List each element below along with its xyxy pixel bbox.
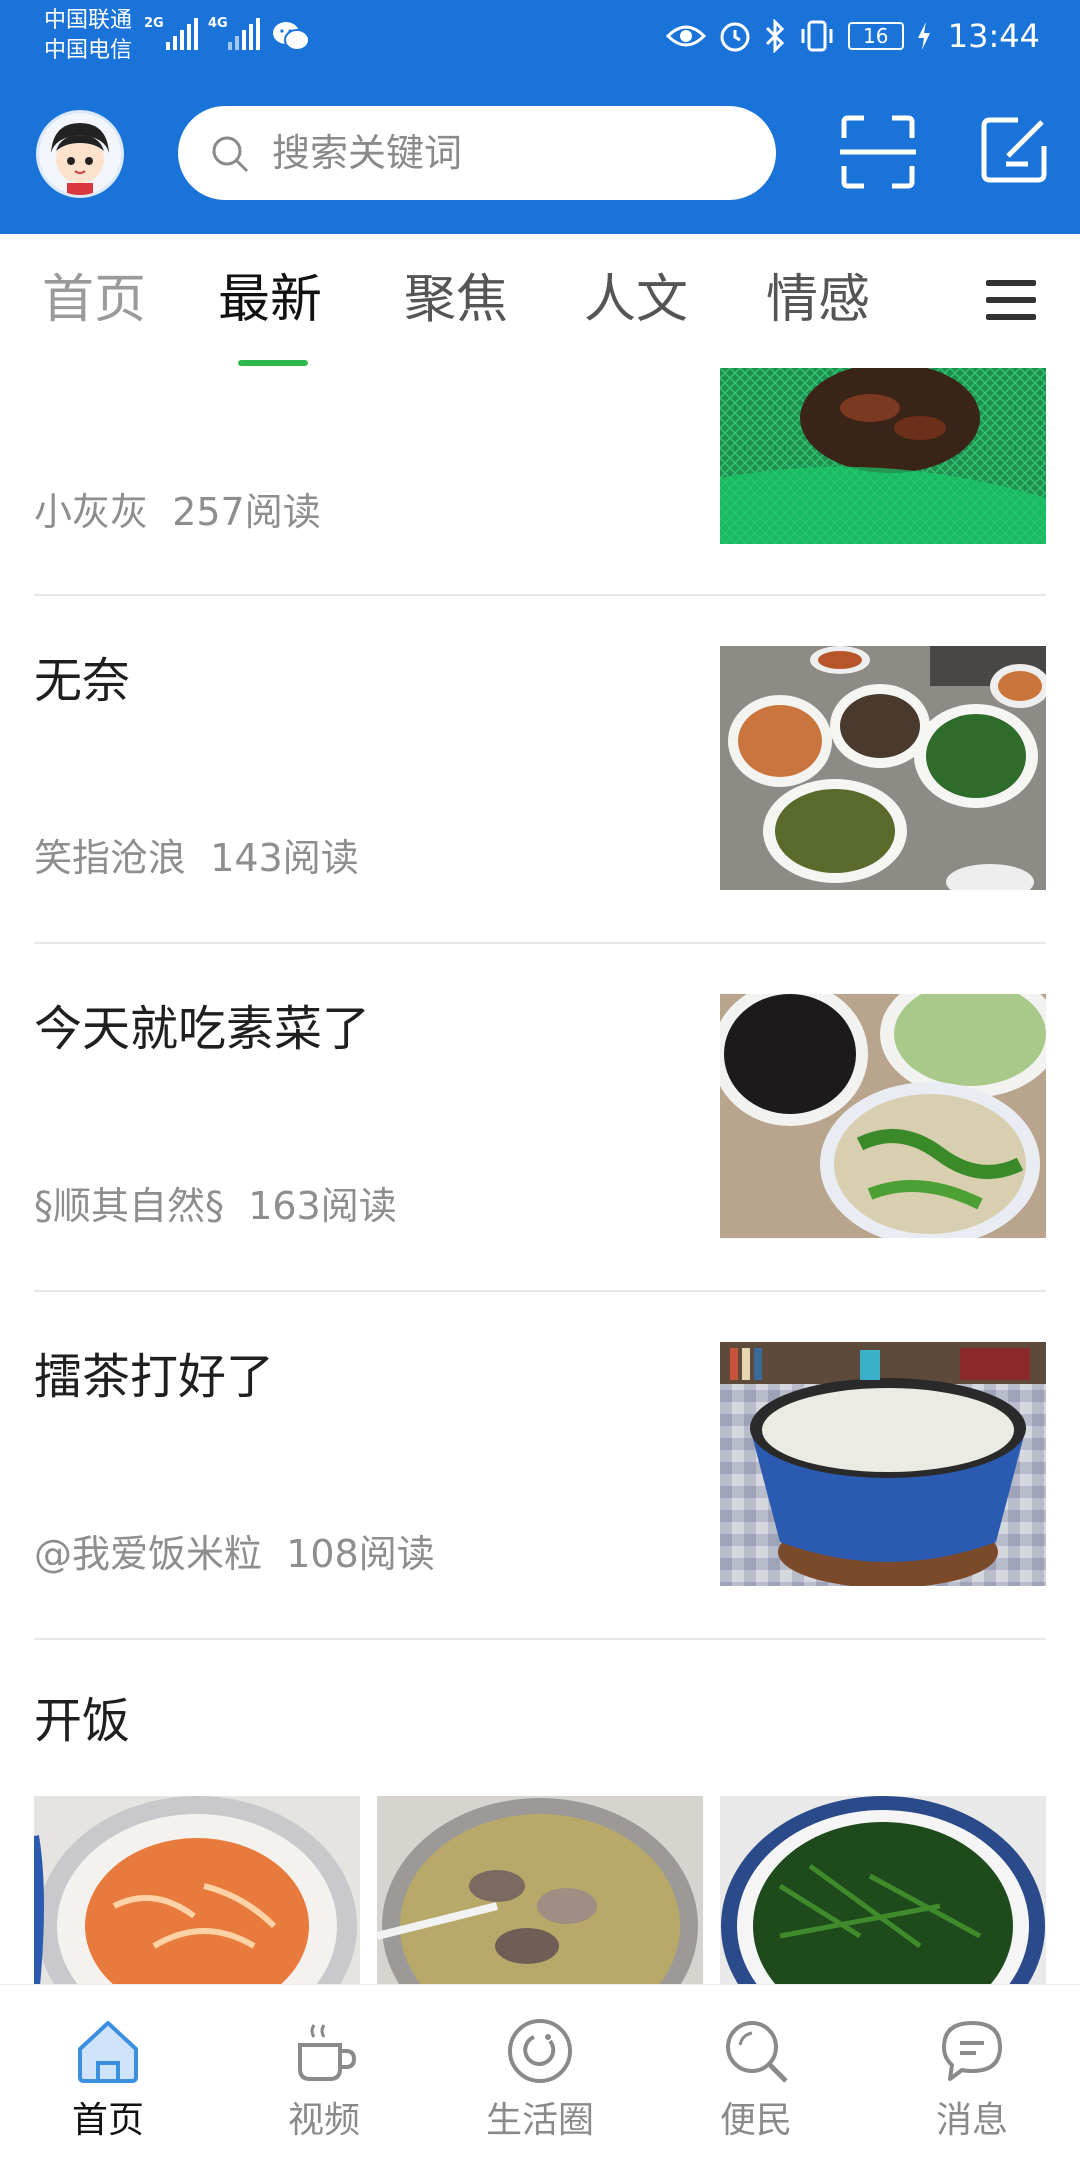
item-meta: §顺其自然§ 163阅读 <box>34 1182 397 1230</box>
bluetooth-icon <box>765 19 784 53</box>
coffee-cup-icon <box>298 2024 357 2081</box>
charging-icon <box>917 22 930 50</box>
vibrate-icon <box>801 20 833 52</box>
active-tab-indicator <box>238 360 308 366</box>
nav-home[interactable]: 首页 <box>0 1985 216 2160</box>
scan-frame-icon <box>840 115 916 189</box>
item-reads: 163阅读 <box>248 1184 397 1228</box>
item-title: 开饭 <box>34 1693 131 1749</box>
nav-label: 首页 <box>71 2100 144 2141</box>
item-reads: 257阅读 <box>172 490 321 534</box>
item-thumbnail <box>34 1796 360 1984</box>
compose-button[interactable] <box>978 114 1050 186</box>
tab-home[interactable]: 首页 <box>42 268 146 332</box>
item-thumbnail <box>720 646 1046 890</box>
nav-label: 生活圈 <box>485 2100 594 2141</box>
item-thumbnail <box>720 994 1046 1238</box>
item-reads: 108阅读 <box>286 1532 435 1576</box>
item-author: §顺其自然§ <box>34 1184 225 1228</box>
signal-bars-1-icon <box>166 16 198 50</box>
item-reads: 143阅读 <box>210 836 359 880</box>
nav-label: 便民 <box>719 2100 792 2141</box>
item-title: 今天就吃素菜了 <box>34 1001 371 1057</box>
search-icon <box>210 134 250 178</box>
bottom-navigation: 首页 视频 生活圈 便民 消息 <box>0 1984 1080 2160</box>
nav-messages[interactable]: 消息 <box>864 1985 1080 2160</box>
list-item[interactable]: 无奈 笑指沧浪 143阅读 <box>34 646 1046 890</box>
divider <box>34 942 1046 944</box>
item-author: 笑指沧浪 <box>34 836 187 880</box>
nav-label: 视频 <box>287 2100 360 2141</box>
carrier-2: 中国电信 <box>44 38 133 63</box>
divider <box>34 1638 1046 1640</box>
tab-emotion[interactable]: 情感 <box>766 268 870 332</box>
status-icons: 16 13:44 <box>665 12 1040 60</box>
search-box[interactable]: 搜索关键词 <box>178 106 776 200</box>
item-thumbnail <box>720 1342 1046 1586</box>
nav-life-circle[interactable]: 生活圈 <box>432 1985 648 2160</box>
status-bar: 中国联通 中国电信 2G 4G 16 13:44 <box>0 0 1080 72</box>
article-feed[interactable]: 小灰灰 257阅读 无奈 笑指沧浪 143阅读 今天就吃素菜了 §顺其自然§ 1… <box>0 368 1080 1984</box>
battery-level: 16 <box>847 22 904 50</box>
divider <box>34 1290 1046 1292</box>
category-tabs: 首页 最新 聚焦 人文 情感 <box>0 234 1080 368</box>
tab-latest[interactable]: 最新 <box>218 268 322 332</box>
nav-video[interactable]: 视频 <box>216 1985 432 2160</box>
nav-label: 消息 <box>935 2100 1008 2141</box>
alarm-icon <box>720 22 750 52</box>
search-service-icon <box>726 2021 788 2083</box>
network-type-1: 2G <box>144 16 164 31</box>
item-title: 无奈 <box>34 653 131 709</box>
life-circle-icon <box>508 2019 572 2083</box>
list-item[interactable]: 小灰灰 257阅读 <box>34 368 1046 594</box>
item-meta: 小灰灰 257阅读 <box>34 488 321 536</box>
app-screen: 中国联通 中国电信 2G 4G 16 13:44 搜索关键词 首页 最新 聚焦 … <box>0 0 1080 2160</box>
item-author: 小灰灰 <box>34 490 149 534</box>
item-thumbnail <box>720 368 1046 544</box>
menu-icon <box>986 280 1036 286</box>
item-thumbnail <box>377 1796 703 1984</box>
signal-bars-2-icon <box>228 16 260 50</box>
avatar[interactable] <box>36 110 124 198</box>
carrier-1: 中国联通 <box>44 8 133 33</box>
list-item[interactable]: 擂茶打好了 @我爱饭米粒 108阅读 <box>34 1342 1046 1586</box>
tab-menu-button[interactable] <box>986 280 1038 328</box>
network-type-2: 4G <box>208 16 228 31</box>
clock: 13:44 <box>947 17 1040 55</box>
scan-button[interactable] <box>838 112 918 192</box>
tab-focus[interactable]: 聚焦 <box>404 268 508 332</box>
item-meta: 笑指沧浪 143阅读 <box>34 834 359 882</box>
header: 搜索关键词 <box>0 100 1080 210</box>
message-bubble-icon <box>942 2021 1002 2081</box>
eye-icon <box>665 25 706 47</box>
search-input[interactable]: 搜索关键词 <box>272 126 462 180</box>
item-meta: @我爱饭米粒 108阅读 <box>34 1530 435 1578</box>
divider <box>34 594 1046 596</box>
tab-culture[interactable]: 人文 <box>584 268 688 332</box>
compose-edit-icon <box>981 117 1047 183</box>
carrier-info: 中国联通 中国电信 <box>44 6 132 66</box>
home-icon <box>78 2021 138 2083</box>
top-bar: 中国联通 中国电信 2G 4G 16 13:44 搜索关键词 <box>0 0 1080 234</box>
item-thumbnail <box>720 1796 1046 1984</box>
item-title: 擂茶打好了 <box>34 1349 275 1405</box>
wechat-icon <box>272 20 310 56</box>
nav-convenience[interactable]: 便民 <box>648 1985 864 2160</box>
list-item[interactable]: 今天就吃素菜了 §顺其自然§ 163阅读 <box>34 994 1046 1238</box>
item-author: @我爱饭米粒 <box>34 1532 263 1576</box>
